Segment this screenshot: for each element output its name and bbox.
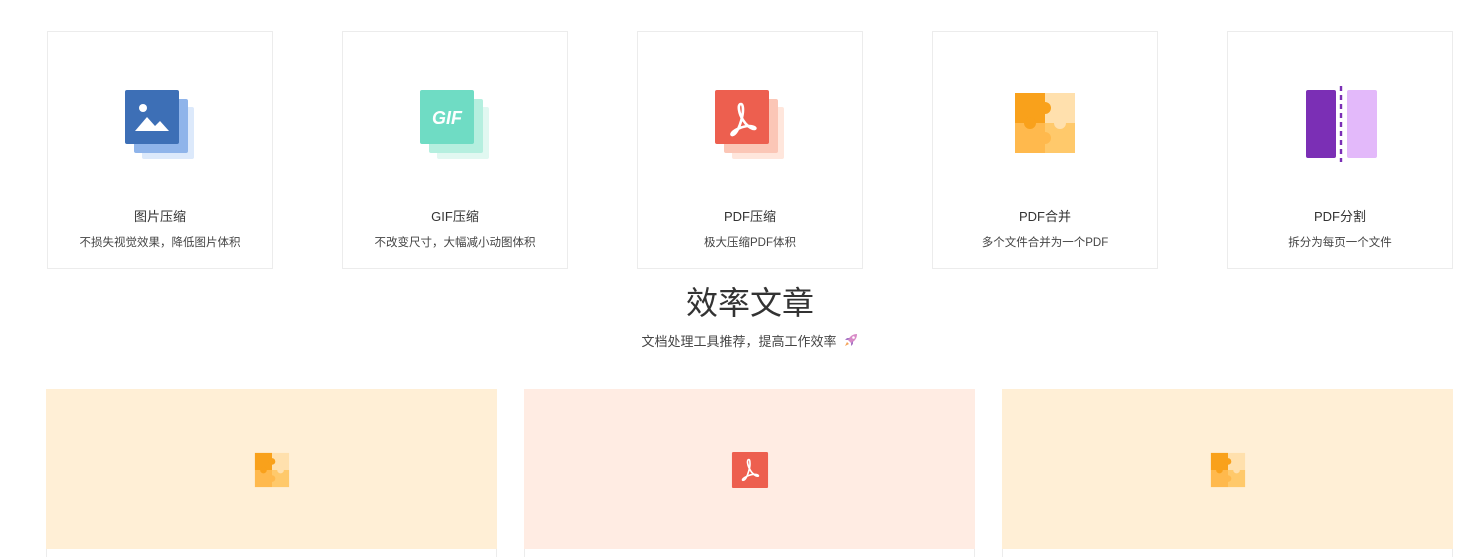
pdf-compress-icon	[710, 84, 790, 164]
article-card-body	[1002, 549, 1453, 557]
rocket-icon	[843, 332, 859, 351]
article-card[interactable]	[524, 389, 975, 557]
tool-card-gif-compress[interactable]: GIF GIF压缩 不改变尺寸，大幅减小动图体积	[342, 31, 568, 269]
tool-title: 图片压缩	[133, 209, 186, 224]
tool-card-image-compress[interactable]: 图片压缩 不损失视觉效果，降低图片体积	[47, 31, 273, 269]
section-subtitle: 文档处理工具推荐，提高工作效率	[0, 331, 1484, 351]
article-thumbnail	[1002, 389, 1453, 549]
article-card[interactable]	[46, 389, 497, 557]
puzzle-icon	[1209, 451, 1247, 489]
section-title: 效率文章	[685, 285, 814, 321]
tool-title: GIF压缩	[431, 209, 479, 224]
pdf-merge-icon	[1005, 84, 1085, 164]
tool-card-pdf-split[interactable]: PDF分割 拆分为每页一个文件	[1227, 31, 1453, 269]
tool-desc: 极大压缩PDF体积	[704, 237, 796, 249]
image-compress-icon	[120, 84, 200, 164]
tool-card-pdf-merge[interactable]: PDF合并 多个文件合并为一个PDF	[932, 31, 1158, 269]
article-card-body	[46, 549, 497, 557]
article-card-body	[524, 549, 975, 557]
section-subtitle-text: 文档处理工具推荐，提高工作效率	[641, 334, 837, 349]
gif-label: GIF	[432, 108, 463, 128]
gif-compress-icon: GIF	[415, 84, 495, 164]
tool-desc: 多个文件合并为一个PDF	[981, 237, 1109, 249]
tool-title: PDF分割	[1313, 209, 1366, 224]
puzzle-icon	[253, 451, 291, 489]
article-thumbnail	[46, 389, 497, 549]
tool-desc: 拆分为每页一个文件	[1288, 237, 1392, 249]
tool-desc: 不改变尺寸，大幅减小动图体积	[374, 237, 536, 249]
tools-grid: 图片压缩 不损失视觉效果，降低图片体积 GIF GIF压缩 不改变尺寸，大幅减小…	[0, 0, 1484, 280]
tool-title: PDF合并	[1018, 209, 1071, 224]
tool-card-pdf-compress[interactable]: PDF压缩 极大压缩PDF体积	[637, 31, 863, 269]
tool-desc: 不损失视觉效果，降低图片体积	[79, 237, 241, 249]
article-thumbnail	[524, 389, 975, 549]
pdf-icon	[731, 451, 769, 489]
tool-title: PDF压缩	[723, 209, 776, 224]
pdf-split-icon	[1300, 84, 1380, 164]
article-card[interactable]	[1002, 389, 1453, 557]
